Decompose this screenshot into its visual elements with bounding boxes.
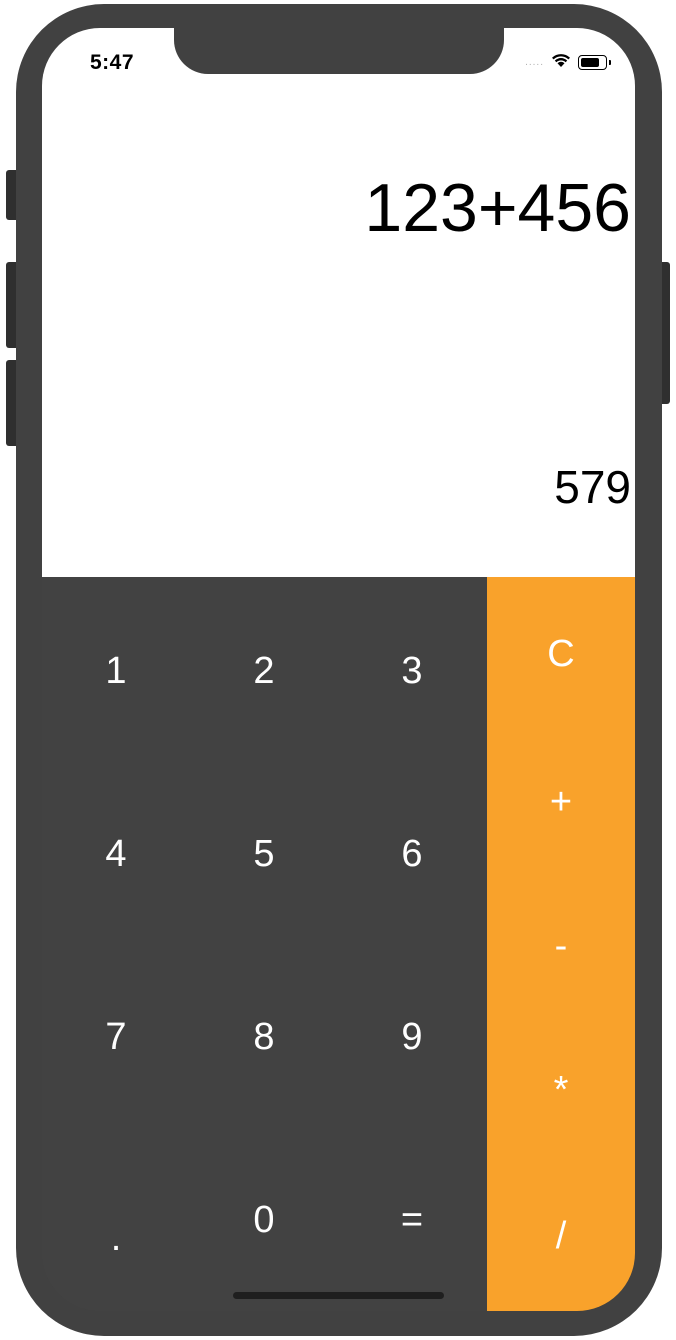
key-3[interactable]: 3 [338, 652, 486, 690]
calculator-display: 5:47 ..... 123+456 579 [42, 28, 635, 577]
key-divide[interactable]: / [487, 1217, 635, 1255]
screen: 5:47 ..... 123+456 579 1 2 3 4 5 6 7 8 9… [42, 28, 635, 1311]
key-equals[interactable]: = [338, 1201, 486, 1239]
key-multiply[interactable]: * [487, 1071, 635, 1109]
key-9[interactable]: 9 [338, 1018, 486, 1056]
key-2[interactable]: 2 [190, 652, 338, 690]
key-4[interactable]: 4 [42, 835, 190, 873]
key-6[interactable]: 6 [338, 835, 486, 873]
key-1[interactable]: 1 [42, 652, 190, 690]
key-clear[interactable]: C [487, 635, 635, 673]
status-time: 5:47 [90, 51, 135, 74]
battery-icon [578, 55, 611, 70]
operator-column: C + - * / [487, 577, 635, 1311]
key-add[interactable]: + [487, 783, 635, 821]
notch [174, 28, 504, 74]
home-indicator[interactable] [233, 1292, 444, 1299]
key-8[interactable]: 8 [190, 1018, 338, 1056]
key-subtract[interactable]: - [487, 927, 635, 965]
wifi-icon [550, 52, 572, 73]
key-decimal[interactable]: . [42, 1219, 190, 1257]
key-7[interactable]: 7 [42, 1018, 190, 1056]
keypad: 1 2 3 4 5 6 7 8 9 . 0 = C + - * / [42, 577, 635, 1311]
signal-icon: ..... [525, 57, 544, 68]
result-display: 579 [554, 461, 631, 513]
key-0[interactable]: 0 [190, 1201, 338, 1239]
expression-display: 123+456 [364, 170, 631, 246]
key-5[interactable]: 5 [190, 835, 338, 873]
status-icons: ..... [525, 52, 611, 73]
